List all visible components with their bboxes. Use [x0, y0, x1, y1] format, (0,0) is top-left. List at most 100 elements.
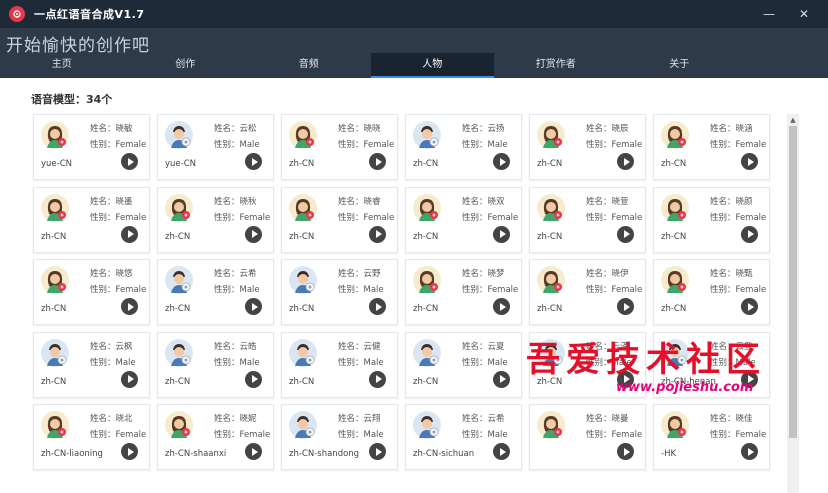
play-icon[interactable]: [617, 443, 634, 460]
play-icon[interactable]: [121, 443, 138, 460]
voice-info: 姓名：晓晓 性别：Female: [338, 121, 394, 153]
voice-card[interactable]: 姓名：晓辰 性别：Female zh-CN: [529, 114, 646, 180]
model-count: 语音模型：34个: [31, 93, 113, 106]
voice-card[interactable]: 姓名：晓敏 性别：Female yue-CN: [33, 114, 150, 180]
voice-locale: -HK: [661, 449, 677, 459]
tab-audio[interactable]: 音频: [247, 53, 371, 78]
voice-name: 姓名：晓双: [462, 196, 505, 207]
minimize-button[interactable]: —: [754, 0, 784, 28]
play-icon[interactable]: [121, 370, 138, 388]
play-icon[interactable]: [617, 153, 634, 170]
voice-card[interactable]: 姓名：晓北 性别：Female zh-CN-liaoning: [33, 404, 150, 470]
voice-card[interactable]: 姓名：云翔 性别：Male zh-CN-shandong: [281, 404, 398, 470]
play-icon[interactable]: [741, 443, 758, 460]
tab-about[interactable]: 关于: [618, 53, 742, 78]
play-icon[interactable]: [369, 153, 386, 170]
play-icon[interactable]: [493, 370, 510, 388]
play-icon[interactable]: [121, 153, 138, 170]
voice-info: 姓名：晓甄 性别：Female: [710, 266, 766, 298]
voice-card[interactable]: 姓名：晓睿 性别：Female zh-CN: [281, 186, 398, 253]
play-icon[interactable]: [617, 225, 634, 243]
play-icon[interactable]: [741, 153, 758, 170]
scroll-up-arrow-icon[interactable]: ▲: [787, 114, 799, 126]
voice-gender: 性别：Female: [214, 212, 271, 223]
voice-card[interactable]: 姓名：云希 性别：Male zh-CN: [157, 259, 274, 325]
voice-card[interactable]: 姓名：晓妮 性别：Female zh-CN-shaanxi: [157, 404, 274, 470]
voice-card[interactable]: 姓名：晓伊 性别：Female zh-CN: [529, 259, 646, 325]
voice-card[interactable]: 姓名：云皓 性别：Male zh-CN: [157, 331, 274, 398]
voice-card[interactable]: 姓名：云枫 性别：Male zh-CN: [33, 331, 150, 398]
voice-card[interactable]: 姓名：晓梦 性别：Female zh-CN: [405, 259, 522, 325]
play-icon[interactable]: [121, 298, 138, 315]
play-icon[interactable]: [493, 153, 510, 170]
male-avatar-icon: [164, 120, 194, 150]
play-icon[interactable]: [369, 298, 386, 315]
voice-name: 姓名：晓妮: [214, 414, 257, 424]
tab-bar: 主页 创作 音频 人物 打赏作者 关于: [0, 53, 828, 78]
voice-locale: zh-CN: [413, 304, 439, 314]
voice-card[interactable]: 姓名：云扬 性别：Male zh-CN: [405, 114, 522, 180]
play-icon[interactable]: [245, 153, 262, 170]
play-icon[interactable]: [245, 225, 262, 243]
voice-card[interactable]: 姓名：晓甄 性别：Female zh-CN: [653, 259, 770, 325]
tab-create[interactable]: 创作: [124, 53, 248, 78]
play-icon[interactable]: [245, 443, 262, 460]
male-avatar-icon: [40, 338, 70, 368]
voice-locale: zh-CN: [165, 304, 191, 314]
voice-locale: yue-CN: [41, 159, 73, 169]
voice-name: 姓名：晓曼: [586, 414, 629, 424]
vertical-scrollbar[interactable]: ▲: [787, 114, 799, 493]
male-avatar-icon: [412, 338, 442, 368]
play-icon[interactable]: [493, 225, 510, 243]
voice-card[interactable]: 姓名：云希 性别：Male zh-CN-sichuan: [405, 404, 522, 470]
play-icon[interactable]: [617, 298, 634, 315]
play-icon[interactable]: [245, 370, 262, 388]
tab-characters[interactable]: 人物: [370, 53, 494, 78]
voice-name: 姓名：晓秋: [214, 196, 257, 207]
play-icon[interactable]: [741, 225, 758, 243]
voice-card[interactable]: 姓名：晓涵 性别：Female zh-CN: [653, 114, 770, 180]
voice-card[interactable]: 姓名：晓双 性别：Female zh-CN: [405, 186, 522, 253]
tab-donate[interactable]: 打赏作者: [494, 53, 618, 78]
voice-card[interactable]: 姓名：晓曼性别：Female: [529, 404, 646, 470]
voice-locale: zh-CN: [661, 304, 687, 314]
voice-card[interactable]: 姓名：云松 性别：Male yue-CN: [157, 114, 274, 180]
voice-gender: 性别：Female: [586, 430, 643, 440]
voice-locale: zh-CN: [165, 376, 191, 387]
voice-info: 姓名：云夏 性别：Male: [462, 339, 508, 371]
play-icon[interactable]: [245, 298, 262, 315]
voice-name: 姓名：云希: [462, 414, 505, 424]
voice-info: 姓名：云健 性别：Male: [338, 339, 384, 371]
voice-gender: 性别：Female: [90, 140, 147, 150]
play-icon[interactable]: [493, 443, 510, 460]
voice-name: 姓名：云野: [338, 269, 381, 279]
voice-card[interactable]: 姓名：云野 性别：Male zh-CN: [281, 259, 398, 325]
voice-locale: zh-CN: [289, 304, 315, 314]
voice-card[interactable]: 姓名：晓秋 性别：Female zh-CN: [157, 186, 274, 253]
tab-home[interactable]: 主页: [0, 53, 124, 78]
voice-card[interactable]: 姓名：云健 性别：Male zh-CN: [281, 331, 398, 398]
voice-card[interactable]: 姓名：晓晓 性别：Female zh-CN: [281, 114, 398, 180]
voice-card[interactable]: 姓名：晓悠 性别：Female zh-CN: [33, 259, 150, 325]
close-button[interactable]: ✕: [789, 0, 819, 28]
voice-info: 姓名：云枫 性别：Male: [90, 339, 136, 371]
voice-name: 姓名：晓涵: [710, 124, 753, 134]
play-icon[interactable]: [121, 225, 138, 243]
voice-info: 姓名：晓萱 性别：Female: [586, 194, 642, 226]
play-icon[interactable]: [369, 370, 386, 388]
play-icon[interactable]: [369, 443, 386, 460]
female-avatar-icon: [536, 120, 566, 150]
voice-gender: 性别：Female: [710, 285, 767, 295]
female-avatar-icon: [536, 193, 566, 223]
voice-card[interactable]: 姓名：晓颜 性别：Female zh-CN: [653, 186, 770, 253]
male-avatar-icon: [288, 265, 318, 295]
play-icon[interactable]: [369, 225, 386, 243]
voice-card[interactable]: 姓名：晓墨 性别：Female zh-CN: [33, 186, 150, 253]
voice-name: 姓名：晓晓: [338, 124, 381, 134]
voice-card[interactable]: 姓名：晓萱 性别：Female zh-CN: [529, 186, 646, 253]
play-icon[interactable]: [493, 298, 510, 315]
watermark-url: www.pojieshu.com: [616, 380, 754, 395]
voice-card[interactable]: 姓名：云夏 性别：Male zh-CN: [405, 331, 522, 398]
voice-card[interactable]: 姓名：晓佳 性别：Female -HK: [653, 404, 770, 470]
play-icon[interactable]: [741, 298, 758, 315]
